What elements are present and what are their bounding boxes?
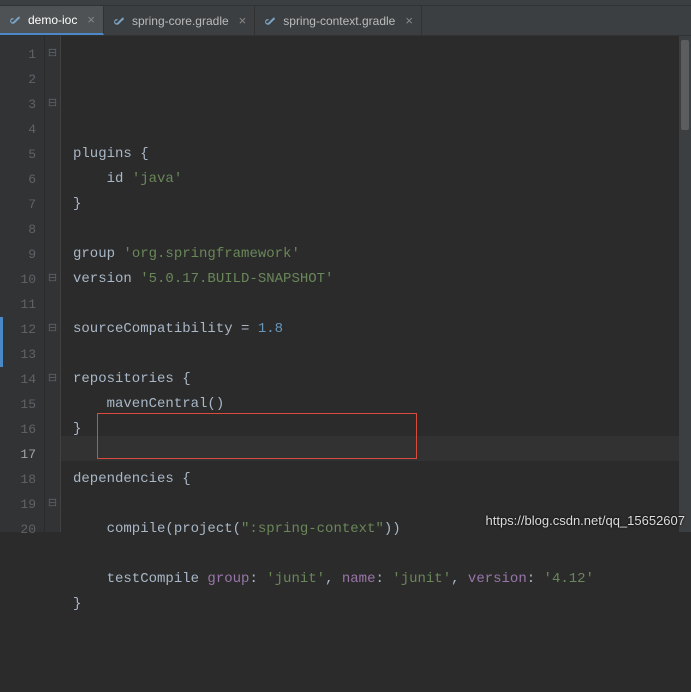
- editor-tabs: demo-ioc × spring-core.gradle × spring-c…: [0, 6, 691, 36]
- fold-column: ⊟⊟⊟⊟⊟⊟: [45, 36, 61, 532]
- tab-label: spring-context.gradle: [283, 14, 395, 28]
- code-editor[interactable]: 1234567891011121314151617181920 ⊟⊟⊟⊟⊟⊟ p…: [0, 36, 691, 532]
- gradle-icon: [8, 13, 22, 27]
- change-marker: [0, 317, 3, 367]
- gradle-icon: [263, 14, 277, 28]
- scrollbar-thumb[interactable]: [681, 40, 689, 130]
- code-area[interactable]: plugins { id 'java' } group 'org.springf…: [61, 36, 691, 532]
- close-icon[interactable]: ×: [239, 13, 247, 28]
- tab-spring-core[interactable]: spring-core.gradle ×: [104, 6, 255, 35]
- tab-spring-context[interactable]: spring-context.gradle ×: [255, 6, 422, 35]
- tab-label: demo-ioc: [28, 13, 77, 27]
- close-icon[interactable]: ×: [405, 13, 413, 28]
- line-gutter: 1234567891011121314151617181920: [0, 36, 45, 532]
- tab-label: spring-core.gradle: [132, 14, 229, 28]
- tab-demo-ioc[interactable]: demo-ioc ×: [0, 6, 104, 35]
- gradle-icon: [112, 14, 126, 28]
- close-icon[interactable]: ×: [87, 12, 95, 27]
